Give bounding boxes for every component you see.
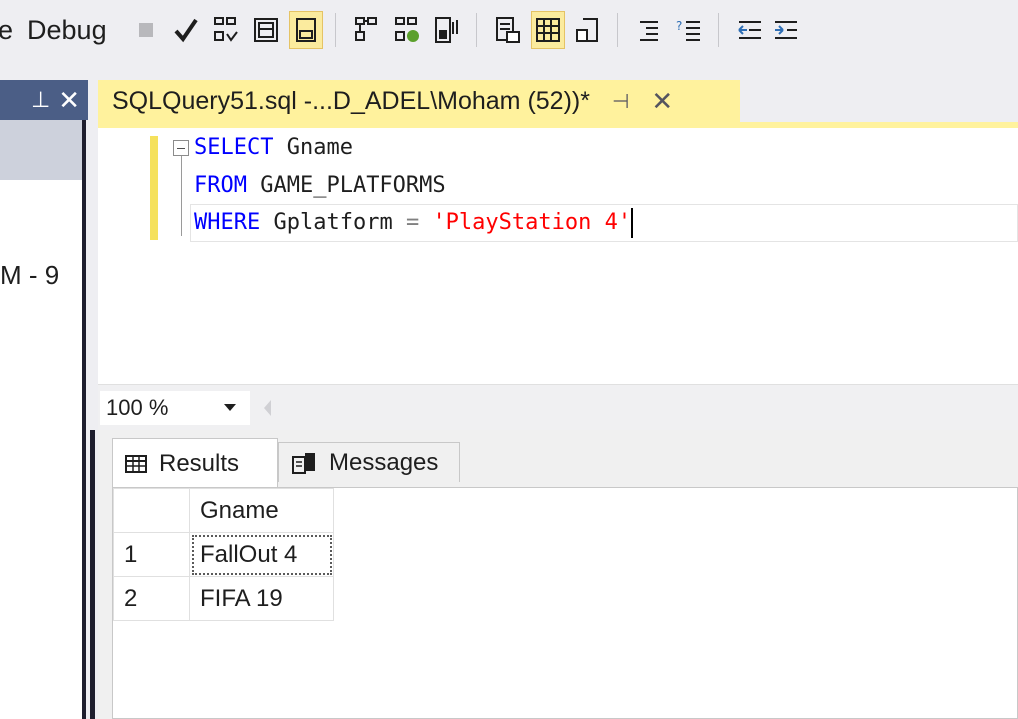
tab-sqlquery51[interactable]: SQLQuery51.sql -...D_ADEL\Moham (52))* ⊣…	[98, 80, 740, 122]
close-icon[interactable]: ✕	[58, 85, 80, 116]
identifier: Gplatform	[260, 210, 406, 235]
operator: =	[405, 210, 420, 235]
client-statistics-button[interactable]	[430, 11, 464, 49]
toolbar-separator	[475, 13, 477, 47]
pin-icon[interactable]: ⊥	[31, 87, 50, 113]
comment-lines-icon	[639, 21, 658, 41]
grid-corner-cell[interactable]	[113, 488, 190, 533]
collapse-icon[interactable]	[173, 140, 189, 156]
panel-edge	[90, 430, 95, 719]
query-editor[interactable]: SELECT Gname FROM GAME_PLATFORMS WHERE G…	[98, 128, 1018, 384]
results-to-file-button[interactable]	[288, 11, 323, 49]
tree-node[interactable]: 9 - M	[0, 260, 82, 291]
change-tracking-bar	[150, 136, 158, 240]
string-literal: 'PlayStation 4'	[432, 210, 632, 235]
decrease-indent-icon	[737, 21, 761, 39]
identifier: Gname	[273, 135, 353, 160]
include-live-stats-icon	[394, 17, 419, 42]
increase-indent-icon	[774, 21, 797, 39]
object-explorer-panel: ⊥ ✕ 9 - M	[0, 60, 90, 719]
results-to-grid-icon	[535, 18, 560, 42]
results-to-file2-button[interactable]	[571, 11, 605, 49]
table-header-row: Gname	[113, 488, 334, 533]
query-options-button[interactable]	[249, 11, 283, 49]
fold-guide	[181, 156, 182, 236]
display-estimated-plan-button[interactable]	[209, 11, 243, 49]
results-table: Gname 1 FallOut 4 2 FIFA 19	[113, 488, 334, 621]
results-to-file2-icon	[575, 18, 598, 42]
svg-text:?: ?	[676, 19, 682, 33]
stop-button[interactable]	[129, 11, 163, 49]
object-explorer-header: ⊥ ✕	[0, 80, 88, 120]
keyword-from: FROM	[194, 173, 247, 198]
comment-lines-button[interactable]	[632, 11, 666, 49]
table-cell-gname[interactable]: FallOut 4	[189, 532, 334, 577]
column-header-gname[interactable]: Gname	[189, 488, 334, 533]
panel-splitter[interactable]	[82, 120, 86, 719]
grid-icon	[125, 454, 147, 473]
code-line: SELECT Gname	[194, 130, 353, 166]
results-to-file-icon	[295, 18, 316, 42]
decrease-indent-button[interactable]	[733, 11, 767, 49]
parse-button[interactable]	[169, 11, 203, 49]
text-caret	[631, 208, 634, 238]
tab-title: SQLQuery51.sql -...D_ADEL\Moham (52))*	[112, 86, 590, 115]
tab-results-label: Results	[159, 449, 240, 477]
menu-item-debug[interactable]: Debug	[27, 15, 107, 46]
parse-checkmark-icon	[174, 18, 198, 43]
tab-messages-label: Messages	[329, 448, 439, 476]
pin-icon[interactable]: ⊣	[612, 89, 629, 114]
results-to-text-button[interactable]	[491, 11, 525, 49]
close-icon[interactable]: ✕	[651, 86, 673, 117]
row-number[interactable]: 1	[113, 532, 190, 577]
increase-indent-button[interactable]	[773, 11, 799, 49]
toolbar-separator	[334, 13, 336, 47]
client-statistics-icon	[434, 17, 458, 43]
keyword-where: WHERE	[194, 210, 261, 235]
table-row[interactable]: 1 FallOut 4	[113, 532, 334, 577]
main-toolbar: e Debug ?	[0, 0, 1018, 60]
identifier: GAME_PLATFORMS	[246, 173, 446, 198]
toolbar-separator	[717, 13, 719, 47]
object-explorer-toolbar-strip	[0, 120, 82, 180]
tab-messages[interactable]: Messages	[278, 442, 460, 482]
chevron-down-icon[interactable]	[224, 404, 236, 411]
include-live-stats-button[interactable]	[390, 11, 424, 49]
results-pane: Results Messages Gname 1 FallOut 4 2 FIF…	[98, 430, 1018, 719]
zoom-bar: 100 %	[98, 384, 1018, 430]
query-options-icon	[253, 18, 278, 42]
code-line: WHERE Gplatform = 'PlayStation 4'	[194, 205, 634, 241]
table-row[interactable]: 2 FIFA 19	[113, 576, 334, 621]
uncomment-lines-icon: ?	[676, 19, 700, 41]
menu-item-partial[interactable]: e	[0, 15, 13, 46]
zoom-value: 100 %	[106, 395, 169, 420]
object-explorer-tree[interactable]: 9 - M	[0, 120, 82, 719]
results-to-grid-button[interactable]	[530, 11, 565, 49]
row-number[interactable]: 2	[113, 576, 190, 621]
toolbar-separator	[616, 13, 618, 47]
code-line: FROM GAME_PLATFORMS	[194, 168, 446, 204]
table-cell-gname[interactable]: FIFA 19	[189, 576, 334, 621]
scroll-left-icon[interactable]	[264, 400, 271, 416]
include-actual-plan-icon	[354, 17, 377, 41]
include-actual-plan-button[interactable]	[350, 11, 384, 49]
display-estimated-plan-icon	[213, 17, 238, 42]
results-grid[interactable]: Gname 1 FallOut 4 2 FIFA 19	[112, 487, 1018, 719]
results-to-text-icon	[495, 17, 520, 43]
tab-results[interactable]: Results	[112, 438, 278, 488]
keyword-select: SELECT	[194, 135, 274, 160]
uncomment-lines-button[interactable]: ?	[672, 11, 706, 49]
messages-icon	[292, 452, 315, 474]
stop-icon	[138, 23, 153, 37]
